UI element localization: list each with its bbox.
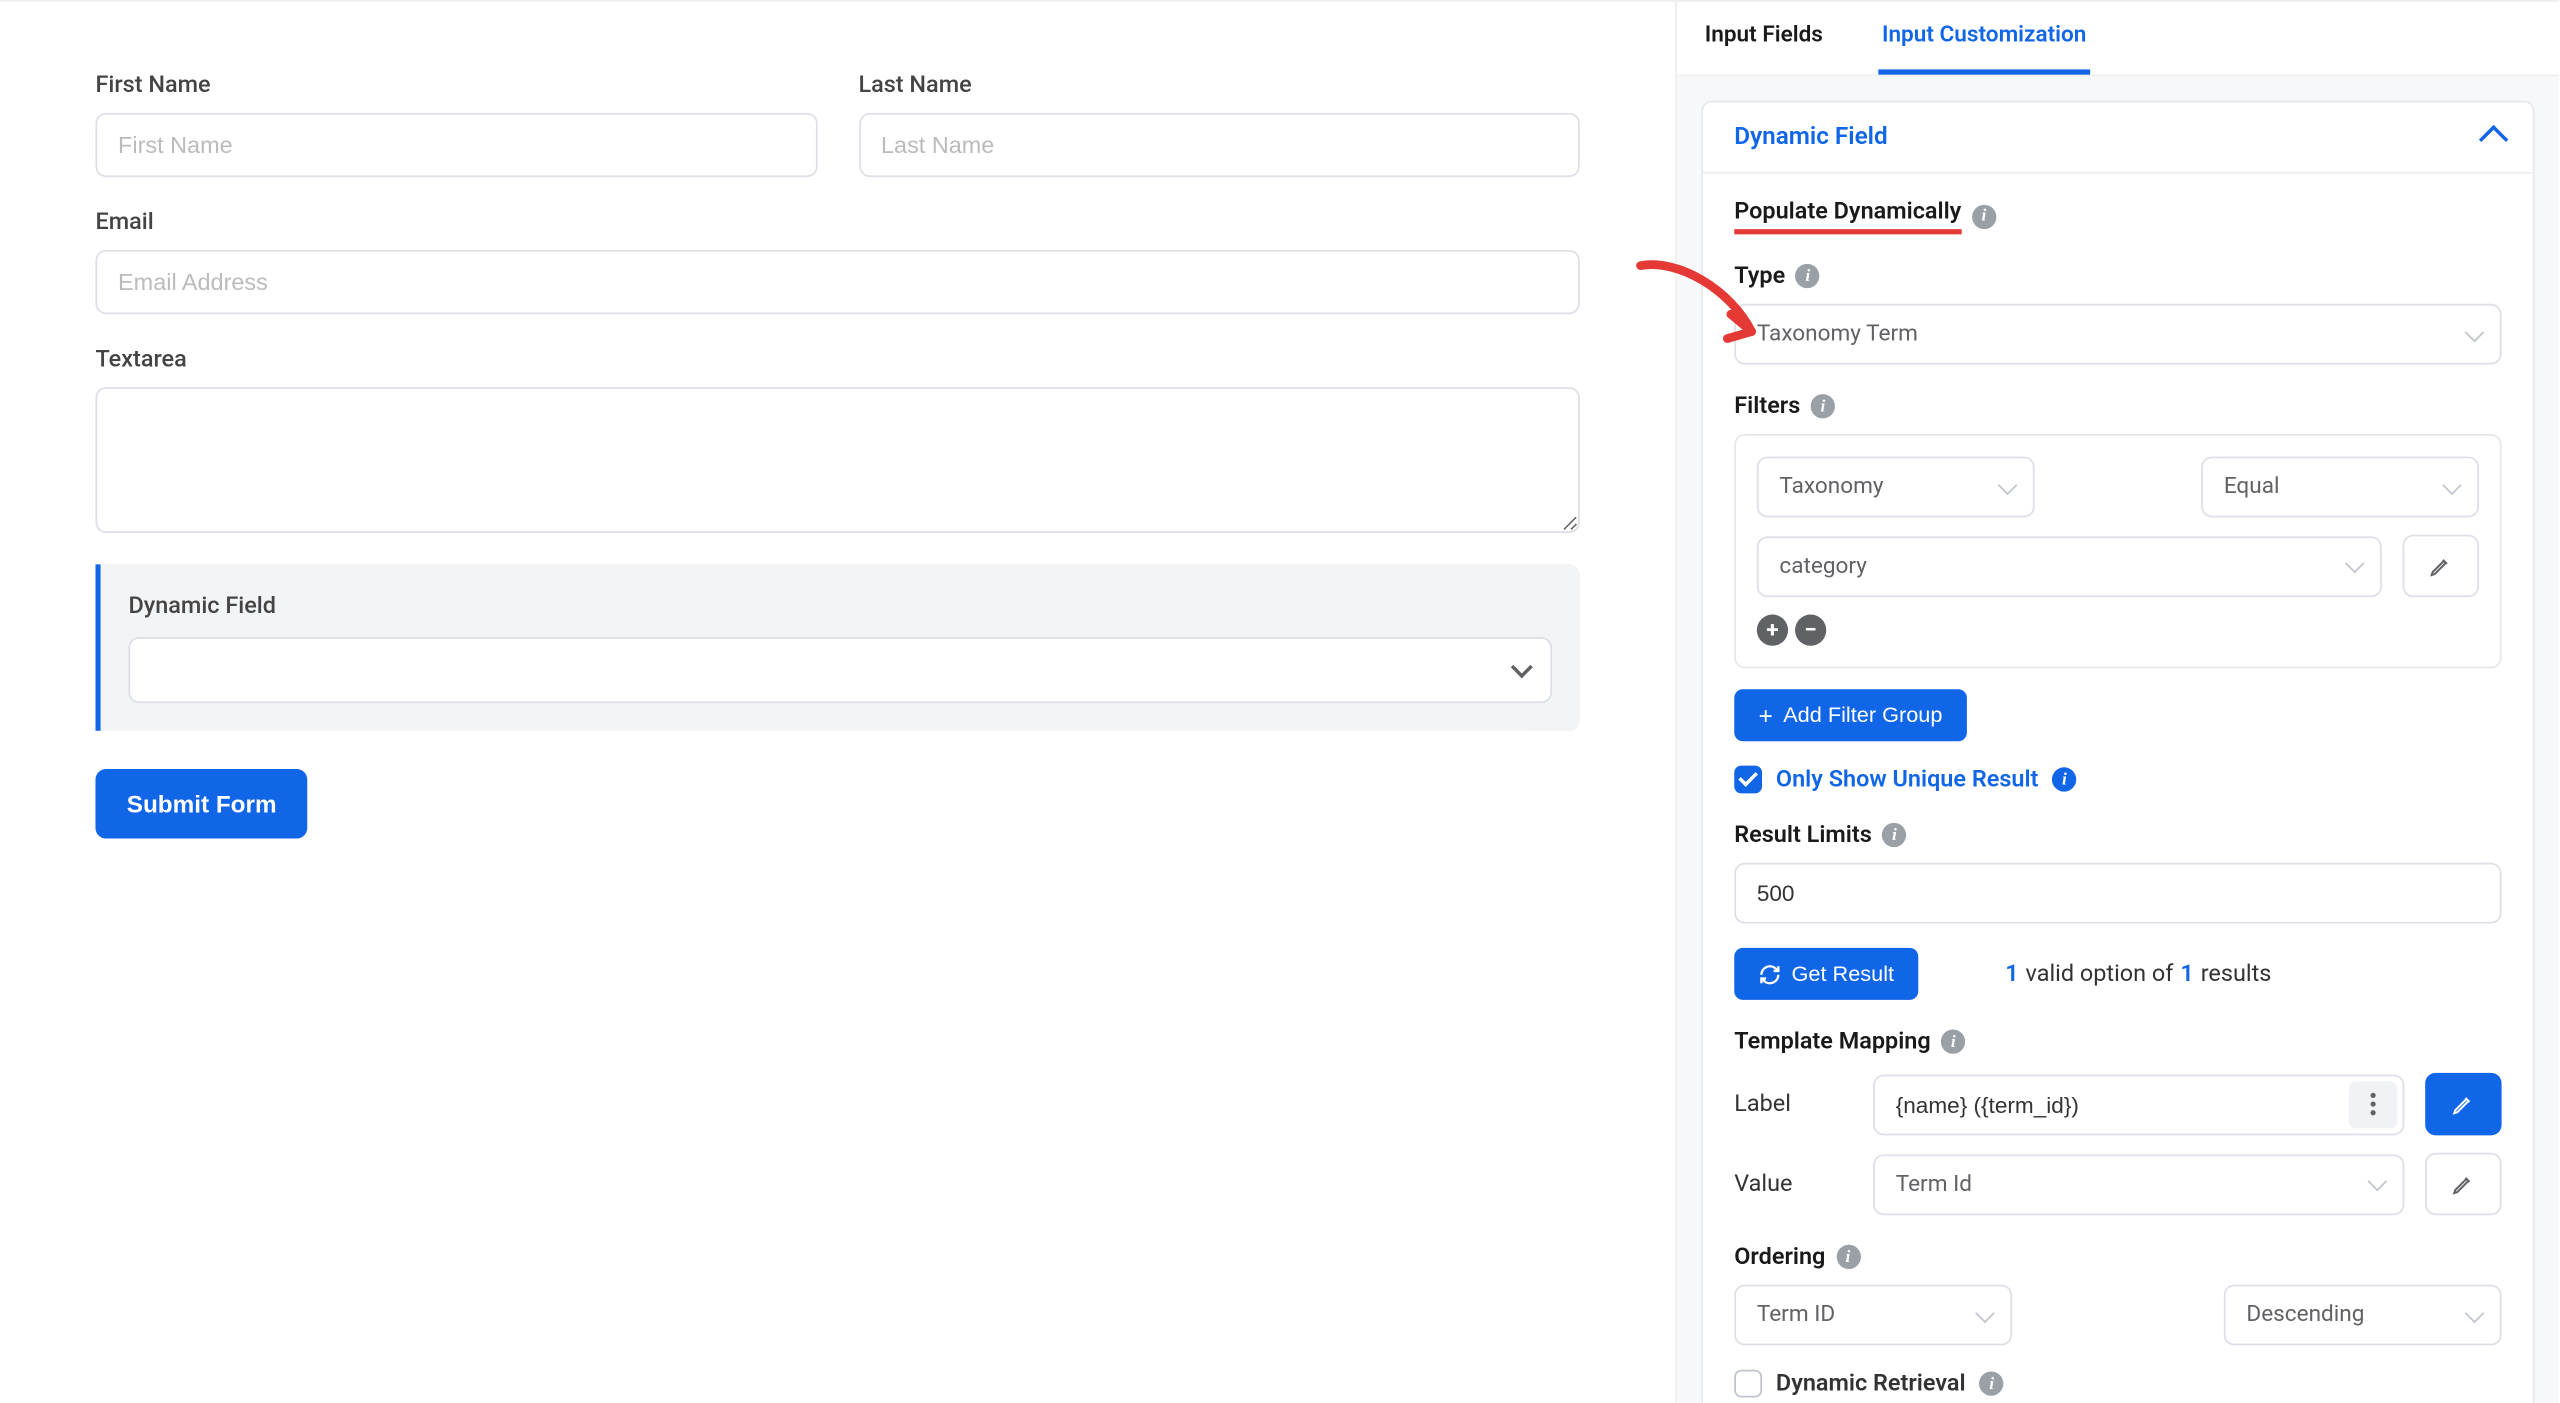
filter-group: Taxonomy Equal category bbox=[1734, 434, 2501, 668]
info-icon[interactable]: i bbox=[1882, 823, 1906, 847]
chevron-down-icon bbox=[2442, 475, 2462, 495]
info-icon[interactable]: i bbox=[1941, 1029, 1965, 1053]
info-icon[interactable]: i bbox=[1836, 1245, 1860, 1269]
chevron-down-icon bbox=[2465, 1303, 2485, 1323]
chevron-down-icon bbox=[2367, 1172, 2387, 1192]
textarea-input[interactable] bbox=[95, 387, 1579, 533]
type-label: Type i bbox=[1734, 262, 2501, 290]
chevron-down-icon bbox=[2465, 322, 2485, 342]
mapping-label-input[interactable] bbox=[1873, 1074, 2404, 1135]
textarea-label: Textarea bbox=[95, 345, 1579, 373]
first-name-input[interactable] bbox=[95, 113, 816, 177]
checkbox-checked-icon bbox=[1734, 766, 1762, 794]
filter-edit-button[interactable] bbox=[2403, 535, 2479, 597]
type-select[interactable]: Taxonomy Term bbox=[1734, 304, 2501, 365]
first-name-label: First Name bbox=[95, 71, 816, 99]
shortcode-button[interactable] bbox=[2349, 1081, 2398, 1128]
filter-value-select[interactable]: category bbox=[1757, 536, 2382, 597]
chevron-down-icon bbox=[1975, 1303, 1995, 1323]
form-canvas: First Name Last Name Email Textarea Dyna… bbox=[0, 2, 1677, 1403]
chevron-down-icon bbox=[2345, 554, 2365, 574]
plus-icon: + bbox=[1759, 703, 1773, 727]
dots-vertical-icon bbox=[2370, 1092, 2377, 1116]
mapping-value-select[interactable]: Term Id bbox=[1873, 1154, 2404, 1215]
mapping-label-field-label: Label bbox=[1734, 1090, 1852, 1118]
populate-dynamically-heading: Populate Dynamically i bbox=[1734, 198, 2501, 234]
chevron-down-icon bbox=[1998, 475, 2018, 495]
add-filter-button[interactable]: + bbox=[1757, 615, 1788, 646]
result-limits-label: Result Limits i bbox=[1734, 821, 2501, 849]
unique-result-checkbox-row[interactable]: Only Show Unique Result i bbox=[1734, 766, 2501, 794]
dynamic-field-label: Dynamic Field bbox=[128, 592, 1552, 620]
pen-icon bbox=[2451, 1092, 2475, 1116]
mapping-value-edit-button[interactable] bbox=[2425, 1153, 2501, 1215]
mapping-value-field-label: Value bbox=[1734, 1170, 1852, 1198]
sidebar: Input Fields Input Customization Dynamic… bbox=[1677, 2, 2559, 1403]
filters-label: Filters i bbox=[1734, 392, 2501, 420]
checkbox-icon bbox=[1734, 1370, 1762, 1398]
tab-input-customization[interactable]: Input Customization bbox=[1878, 2, 2089, 75]
filter-field-select[interactable]: Taxonomy bbox=[1757, 457, 2035, 518]
info-icon[interactable]: i bbox=[2052, 767, 2076, 791]
chevron-up-icon bbox=[2479, 125, 2508, 154]
info-icon[interactable]: i bbox=[1980, 1371, 2004, 1395]
pen-icon bbox=[2451, 1172, 2475, 1196]
submit-button[interactable]: Submit Form bbox=[95, 769, 307, 838]
template-mapping-label: Template Mapping i bbox=[1734, 1028, 2501, 1056]
ordering-label: Ordering i bbox=[1734, 1243, 2501, 1271]
info-icon[interactable]: i bbox=[1972, 204, 1996, 228]
last-name-label: Last Name bbox=[858, 71, 1579, 99]
pen-icon bbox=[2429, 554, 2453, 578]
chevron-down-icon bbox=[1511, 655, 1533, 677]
tab-input-fields[interactable]: Input Fields bbox=[1701, 2, 1826, 75]
dynamic-field-select[interactable] bbox=[128, 637, 1552, 703]
result-limits-input[interactable] bbox=[1734, 863, 2501, 924]
result-status: 1 valid option of 1 results bbox=[2005, 960, 2271, 988]
remove-filter-button[interactable]: − bbox=[1795, 615, 1826, 646]
dynamic-field-card[interactable]: Dynamic Field bbox=[95, 564, 1579, 731]
refresh-icon bbox=[1759, 963, 1782, 986]
filter-operator-select[interactable]: Equal bbox=[2201, 457, 2479, 518]
email-input[interactable] bbox=[95, 250, 1579, 314]
ordering-by-select[interactable]: Term ID bbox=[1734, 1285, 2012, 1346]
ordering-dir-select[interactable]: Descending bbox=[2224, 1285, 2502, 1346]
dynamic-retrieval-checkbox-row[interactable]: Dynamic Retrieval i bbox=[1734, 1370, 2501, 1398]
panel-header[interactable]: Dynamic Field bbox=[1703, 102, 2533, 171]
mapping-label-edit-button[interactable] bbox=[2425, 1073, 2501, 1135]
email-label: Email bbox=[95, 208, 1579, 236]
tabs: Input Fields Input Customization bbox=[1677, 2, 2559, 77]
last-name-input[interactable] bbox=[858, 113, 1579, 177]
dynamic-field-panel: Dynamic Field Populate Dynamically i Typ… bbox=[1701, 101, 2534, 1403]
panel-title: Dynamic Field bbox=[1734, 123, 1887, 151]
add-filter-group-button[interactable]: + Add Filter Group bbox=[1734, 689, 1966, 741]
info-icon[interactable]: i bbox=[1796, 264, 1820, 288]
type-select-value: Taxonomy Term bbox=[1757, 321, 1918, 347]
get-result-button[interactable]: Get Result bbox=[1734, 948, 1918, 1000]
info-icon[interactable]: i bbox=[1811, 394, 1835, 418]
